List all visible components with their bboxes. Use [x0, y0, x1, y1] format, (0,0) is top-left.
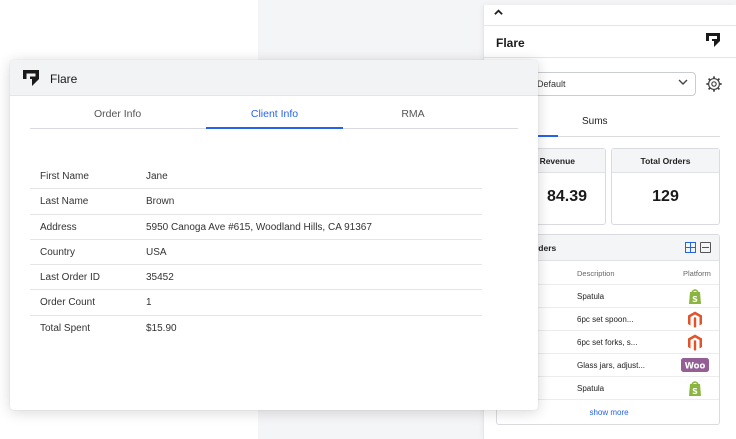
tab-sums[interactable]: Sums: [582, 116, 608, 127]
shopify-icon: S: [681, 288, 709, 305]
flare-window: Flare Order Info Client Info RMA First N…: [10, 60, 538, 410]
svg-text:S: S: [692, 387, 698, 396]
flare-logo-icon: [706, 33, 720, 47]
svg-text:Woo: Woo: [685, 362, 706, 372]
total-orders-card: Total Orders 129: [611, 148, 720, 225]
order-description: Spatula: [577, 384, 605, 393]
chevron-up-icon[interactable]: [494, 7, 514, 23]
info-value: Brown: [146, 196, 175, 208]
info-row: Total Spent $15.90: [30, 316, 482, 341]
info-label: Last Order ID: [40, 272, 101, 284]
info-label: Country: [40, 246, 76, 258]
window-title: Flare: [50, 72, 78, 86]
active-tab-indicator: [206, 127, 343, 129]
store-select-value: Default: [537, 79, 566, 89]
tab-order-info[interactable]: Order Info: [74, 108, 204, 120]
total-orders-card-label: Total Orders: [612, 149, 719, 173]
info-row: Order Count 1: [30, 290, 482, 316]
tab-bar: Order Info Client Info RMA: [30, 96, 518, 129]
shopify-icon: S: [681, 380, 709, 397]
info-value: 5950 Canoga Ave #615, Woodland Hills, CA…: [146, 221, 372, 233]
column-header-description: Description: [577, 269, 615, 278]
tab-rma[interactable]: RMA: [360, 108, 466, 120]
info-value: 1: [146, 297, 152, 309]
divider: [484, 25, 736, 26]
order-description: 6pc set forks, s...: [577, 338, 638, 347]
magento-icon: [681, 311, 709, 328]
chevron-down-icon: [678, 77, 688, 90]
info-row: Address 5950 Canoga Ave #615, Woodland Hi…: [30, 215, 482, 240]
info-row: Last Order ID 35452: [30, 265, 482, 291]
flare-logo-icon: [23, 70, 39, 86]
total-orders-card-value: 129: [652, 188, 679, 205]
divider: [484, 57, 736, 58]
column-header-platform: Platform: [683, 269, 711, 278]
orders-table-title: rders: [535, 243, 557, 253]
info-row: Last Name Brown: [30, 189, 482, 215]
svg-text:S: S: [692, 295, 698, 304]
info-label: Order Count: [40, 297, 96, 309]
info-row: First Name Jane: [30, 164, 482, 190]
sidebar-title: Flare: [496, 36, 525, 50]
tab-client-info[interactable]: Client Info: [206, 108, 343, 120]
window-header: Flare: [10, 60, 538, 96]
grid-view-icon[interactable]: [685, 242, 696, 253]
info-row: Country USA: [30, 240, 482, 266]
gear-icon[interactable]: [705, 75, 723, 93]
info-value: $15.90: [146, 322, 177, 334]
order-description: 6pc set spoon...: [577, 315, 634, 324]
info-label: First Name: [40, 171, 89, 182]
info-value: Jane: [146, 171, 168, 182]
info-label: Last Name: [40, 196, 89, 208]
magento-icon: [681, 334, 709, 351]
order-description: Glass jars, adjust...: [577, 361, 646, 370]
info-label: Total Spent: [40, 322, 91, 334]
client-info-list: First Name Jane Last Name Brown Address 5950 …: [30, 164, 482, 341]
collapse-icon[interactable]: [700, 242, 711, 253]
order-description: Spatula: [577, 292, 605, 301]
info-value: USA: [146, 246, 167, 258]
info-label: Address: [40, 221, 77, 233]
info-value: 35452: [146, 272, 174, 284]
woocommerce-icon: Woo: [681, 357, 709, 374]
